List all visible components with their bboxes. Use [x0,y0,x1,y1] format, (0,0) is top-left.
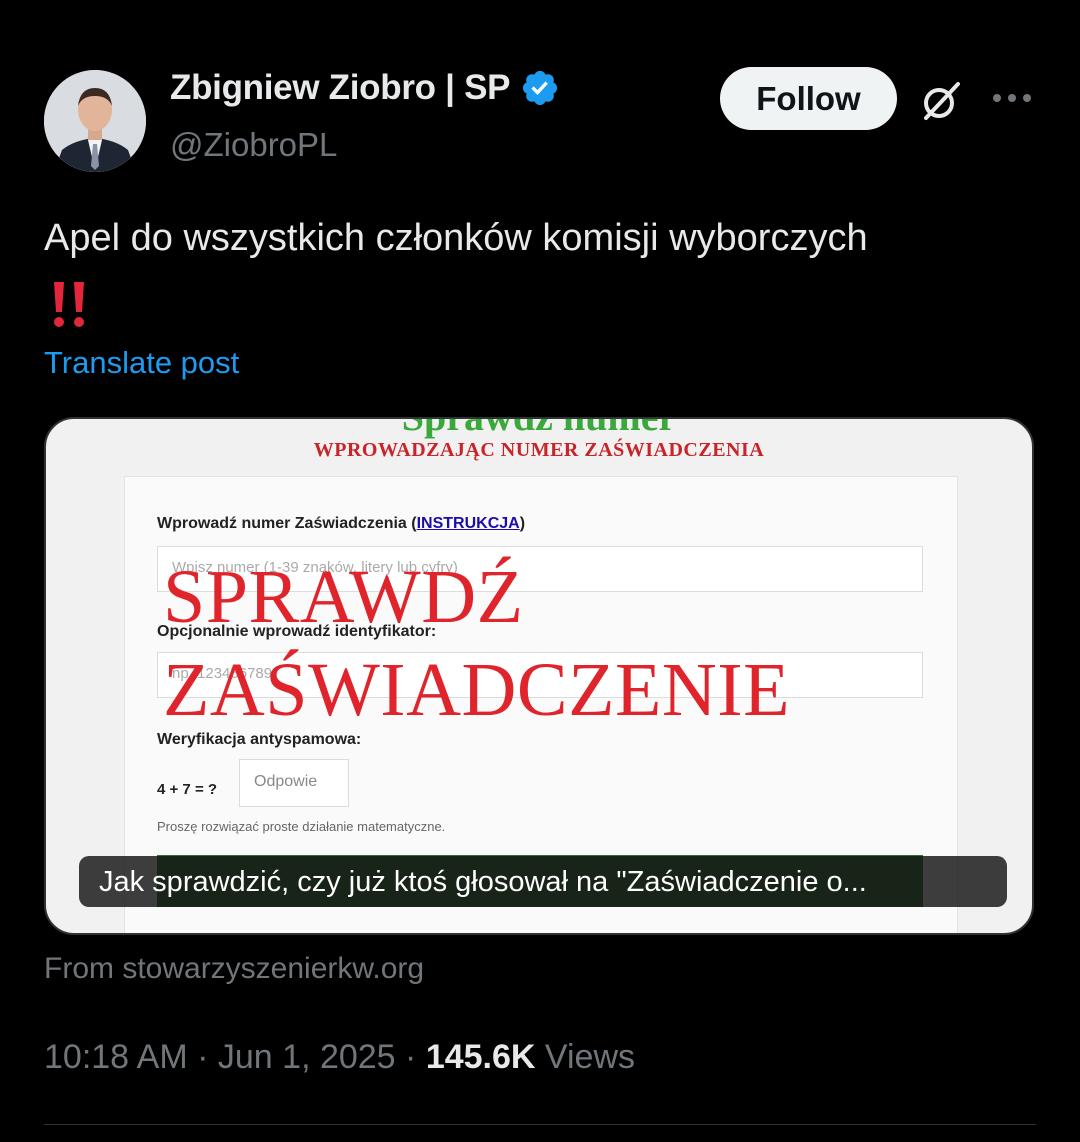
number-label: Wprowadź numer Zaświadczenia (INSTRUKCJA… [157,515,526,532]
card-heading: Sprawdź numer [46,419,1032,440]
captcha-input: Odpowie [239,759,349,807]
link-preview-card[interactable]: Sprawdź numer WPROWADZAJĄC NUMER ZAŚWIAD… [44,417,1034,935]
author-display-name[interactable]: Zbigniew Ziobro | SP [170,68,510,108]
divider [44,1124,1036,1125]
double-exclamation-icon [54,282,84,327]
views-label: Views [544,1038,636,1076]
captcha-question: 4 + 7 = ? [157,781,218,798]
avatar[interactable] [44,70,146,172]
views-count: 145.6K [425,1038,536,1076]
post-time[interactable]: 10:18 AM [44,1038,188,1076]
translate-post-link[interactable]: Translate post [44,345,239,381]
card-caption: Jak sprawdzić, czy już ktoś głosował na … [79,856,1007,907]
meta-separator: · [405,1038,417,1076]
post-text: Apel do wszystkich członków komisji wybo… [44,217,868,259]
author-handle[interactable]: @ZiobroPL [170,126,337,164]
post-meta: 10:18 AM · Jun 1, 2025 · 145.6K Views [44,1038,635,1077]
grok-icon[interactable] [918,78,964,124]
overlay-title-line2: ZAŚWIADCZENIE [163,648,791,732]
post-date[interactable]: Jun 1, 2025 [218,1038,396,1076]
captcha-label: Weryfikacja antyspamowa: [157,731,362,748]
follow-button[interactable]: Follow [720,67,897,130]
card-source[interactable]: From stowarzyszenierkw.org [44,952,424,986]
captcha-hint: Proszę rozwiązać proste działanie matema… [157,819,446,834]
instrukcja-link: INSTRUKCJA [416,515,520,532]
more-icon[interactable] [990,83,1034,113]
author-name-row: Zbigniew Ziobro | SP [170,68,560,108]
avatar-photo [44,70,146,172]
verified-badge-icon[interactable] [520,68,560,108]
overlay-title-line1: SPRAWDŹ [163,555,524,639]
card-subheading: WPROWADZAJĄC NUMER ZAŚWIADCZENIA [313,439,765,461]
meta-separator: · [197,1038,209,1076]
